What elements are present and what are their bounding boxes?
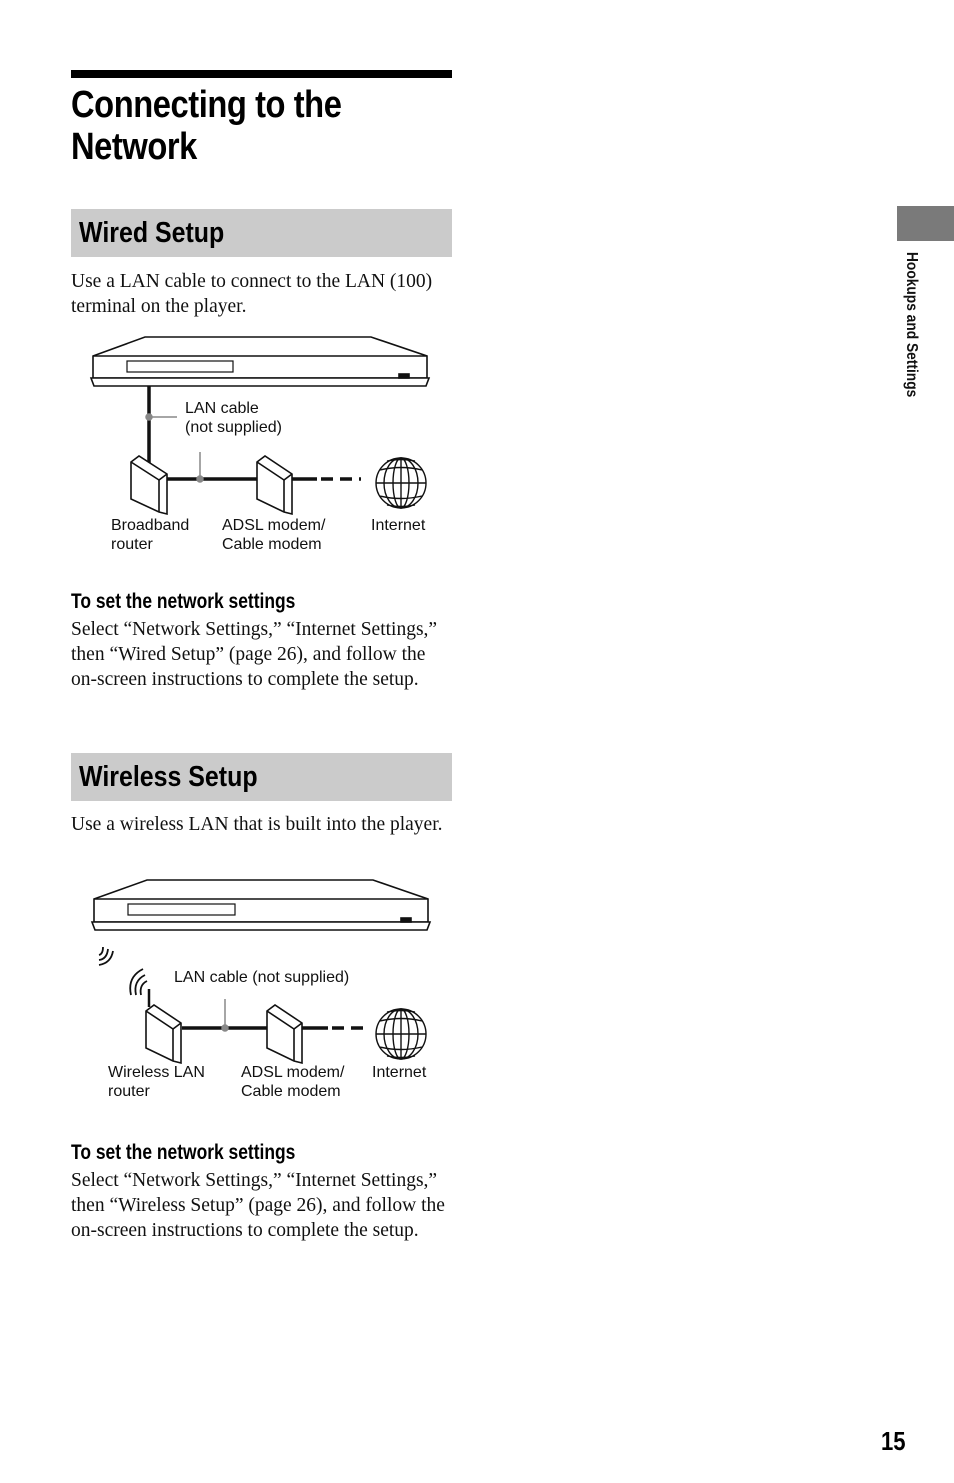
- wireless-router-icon: [145, 989, 182, 1065]
- wireless-modem-label: ADSL modem/ Cable modem: [241, 1064, 345, 1100]
- wired-cable-label: LAN cable (not supplied): [185, 400, 282, 436]
- broadband-router-icon: [130, 455, 168, 516]
- player-device-icon: [90, 879, 432, 931]
- wireless-cable-label: LAN cable (not supplied): [174, 969, 350, 986]
- modem-icon: [266, 1004, 303, 1065]
- modem-icon: [256, 455, 293, 516]
- wireless-signal-icon: [98, 946, 114, 966]
- wireless-settings-text: Select “Network Settings,” “Internet Set…: [71, 1170, 445, 1241]
- section-tab-label: Hookups and Settings: [903, 252, 920, 398]
- wireless-internet-label: Internet: [372, 1064, 427, 1081]
- wired-setup-heading: Wired Setup: [79, 217, 225, 249]
- wireless-settings-heading: To set the network settings: [71, 1141, 296, 1164]
- wired-setup-heading-box: Wired Setup: [71, 209, 452, 257]
- wired-router-label: Broadband router: [111, 517, 190, 553]
- wireless-setup-heading-box: Wireless Setup: [71, 753, 452, 801]
- callout-lines: [221, 999, 229, 1032]
- wired-settings-text: Select “Network Settings,” “Internet Set…: [71, 619, 438, 690]
- page-title: Connecting to the Network: [71, 84, 342, 168]
- section-tab-marker: [897, 206, 954, 241]
- wireless-intro-text: Use a wireless LAN that is built into th…: [71, 814, 443, 835]
- internet-globe-icon: [375, 1008, 427, 1060]
- wired-modem-label: ADSL modem/ Cable modem: [222, 517, 326, 553]
- wired-diagram: LAN cable (not supplied) Broadband route…: [85, 334, 445, 559]
- internet-globe-icon: [375, 457, 427, 509]
- player-device-icon: [89, 336, 431, 387]
- router-signal-icon: [129, 968, 148, 996]
- wireless-router-label: Wireless LAN router: [108, 1064, 205, 1100]
- wired-settings-heading: To set the network settings: [71, 590, 296, 613]
- wired-internet-label: Internet: [371, 517, 426, 534]
- title-rule: [71, 70, 452, 78]
- wired-intro-text: Use a LAN cable to connect to the LAN (1…: [71, 271, 433, 317]
- wireless-setup-heading: Wireless Setup: [79, 761, 258, 793]
- page-number: 15: [881, 1426, 906, 1456]
- wireless-diagram: LAN cable (not supplied) Wireless LAN ro…: [85, 877, 445, 1107]
